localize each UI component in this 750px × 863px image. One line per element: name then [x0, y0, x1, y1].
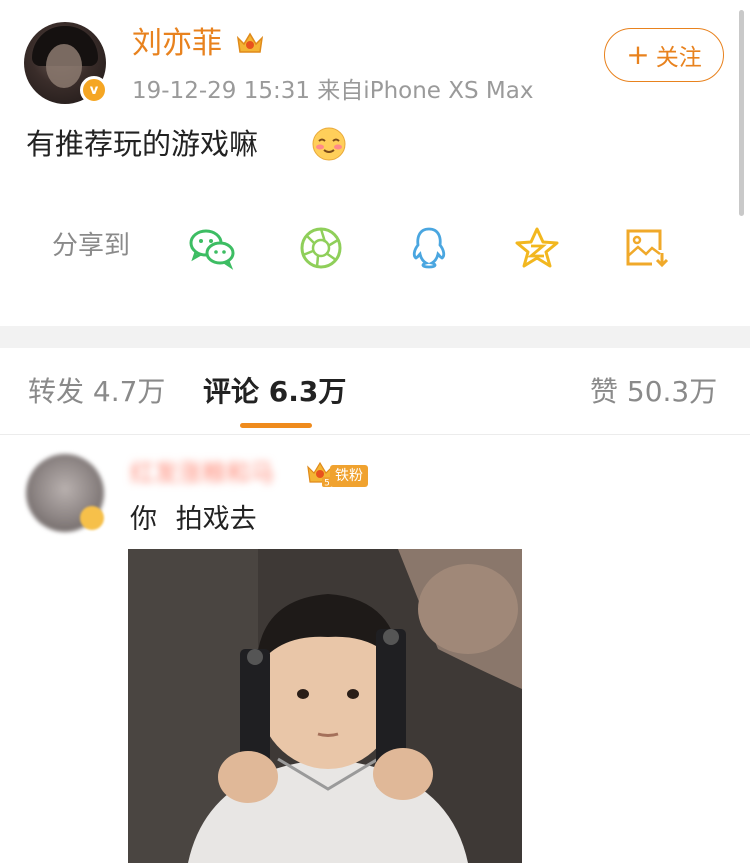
- verified-badge: v: [80, 76, 108, 104]
- qq-icon[interactable]: [405, 226, 453, 270]
- comment-text: 你 拍戏去: [130, 504, 257, 535]
- commenter-vip-badge: [80, 506, 104, 530]
- section-divider: [0, 326, 750, 348]
- weibo-post-page: v 刘亦菲 19-12-29 15:31 来自iPhone XS Max + 关…: [0, 0, 750, 863]
- post-meta: 19-12-29 15:31 来自iPhone XS Max: [132, 78, 534, 104]
- moments-icon[interactable]: [297, 226, 345, 270]
- tab-comments[interactable]: 评论 6.3万: [203, 372, 346, 412]
- follow-label: 关注: [655, 45, 702, 71]
- share-label: 分享到: [52, 231, 131, 261]
- save-image-icon[interactable]: [622, 226, 670, 270]
- wechat-icon[interactable]: [188, 226, 236, 270]
- plus-icon: +: [626, 38, 650, 71]
- tab-separator: [0, 434, 750, 435]
- active-tab-indicator: [240, 423, 312, 428]
- fan-badge: 铁粉: [330, 465, 368, 487]
- qzone-icon[interactable]: [513, 226, 561, 270]
- follow-button[interactable]: + 关注: [604, 28, 724, 82]
- tab-likes[interactable]: 赞 50.3万: [590, 372, 717, 412]
- comment-gif-image[interactable]: [128, 549, 522, 863]
- tab-reposts[interactable]: 转发 4.7万: [28, 372, 165, 412]
- commenter-name[interactable]: 红发涨粮和马: [130, 458, 274, 488]
- gif-illustration: [128, 549, 522, 863]
- shy-smile-emoji-icon: [312, 127, 346, 161]
- fan-level-number: 5: [324, 479, 330, 489]
- scrollbar[interactable]: [739, 10, 744, 216]
- post-text: 有推荐玩的游戏嘛: [26, 127, 259, 161]
- vip-crown-icon: [236, 32, 264, 53]
- author-name[interactable]: 刘亦菲: [132, 26, 222, 62]
